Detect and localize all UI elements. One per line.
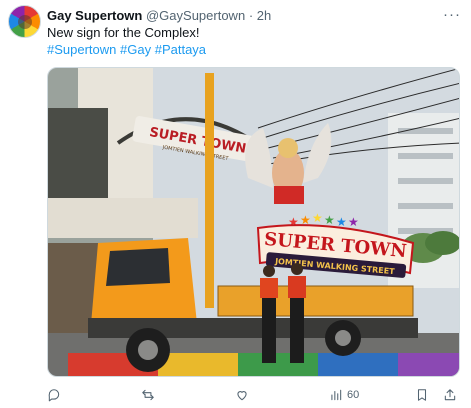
views-icon bbox=[331, 389, 342, 401]
views-button[interactable]: 60 bbox=[329, 386, 359, 404]
photo-scene: SUPER TOWN JOMTIEN WALKING STREET ★ ★ ★ … bbox=[48, 68, 459, 376]
hashtag-link[interactable]: #Pattaya bbox=[155, 42, 206, 57]
author-handle[interactable]: @GaySupertown bbox=[146, 8, 245, 23]
more-icon[interactable]: ··· bbox=[443, 6, 461, 23]
tweet-actions: 60 bbox=[47, 386, 460, 404]
retweet-button[interactable] bbox=[141, 386, 159, 404]
bookmark-button[interactable] bbox=[415, 386, 429, 404]
svg-text:★: ★ bbox=[324, 213, 335, 227]
tweet-header: Gay Supertown @GaySupertown · 2h bbox=[47, 8, 271, 23]
author-name[interactable]: Gay Supertown bbox=[47, 8, 142, 23]
svg-text:★: ★ bbox=[312, 211, 323, 225]
hashtag-link[interactable]: #Supertown bbox=[47, 42, 116, 57]
views-count: 60 bbox=[347, 389, 360, 401]
svg-text:★: ★ bbox=[348, 215, 359, 229]
share-icon bbox=[444, 389, 456, 401]
tweet-text: New sign for the Complex! bbox=[47, 25, 200, 40]
reply-icon bbox=[48, 389, 60, 402]
hashtag-link[interactable]: #Gay bbox=[120, 42, 151, 57]
tweet: Gay Supertown @GaySupertown · 2h ··· New… bbox=[0, 0, 471, 408]
share-button[interactable] bbox=[443, 386, 457, 404]
reply-button[interactable] bbox=[47, 386, 65, 404]
avatar[interactable] bbox=[8, 5, 41, 38]
hashtags: #Supertown #Gay #Pattaya bbox=[47, 42, 206, 58]
timestamp[interactable]: 2h bbox=[257, 8, 271, 23]
like-button[interactable] bbox=[235, 386, 253, 404]
like-icon bbox=[237, 391, 247, 401]
retweet-icon bbox=[142, 389, 154, 401]
tweet-photo[interactable]: SUPER TOWN JOMTIEN WALKING STREET ★ ★ ★ … bbox=[47, 67, 460, 377]
bookmark-icon bbox=[417, 389, 427, 401]
separator: · bbox=[248, 8, 254, 23]
